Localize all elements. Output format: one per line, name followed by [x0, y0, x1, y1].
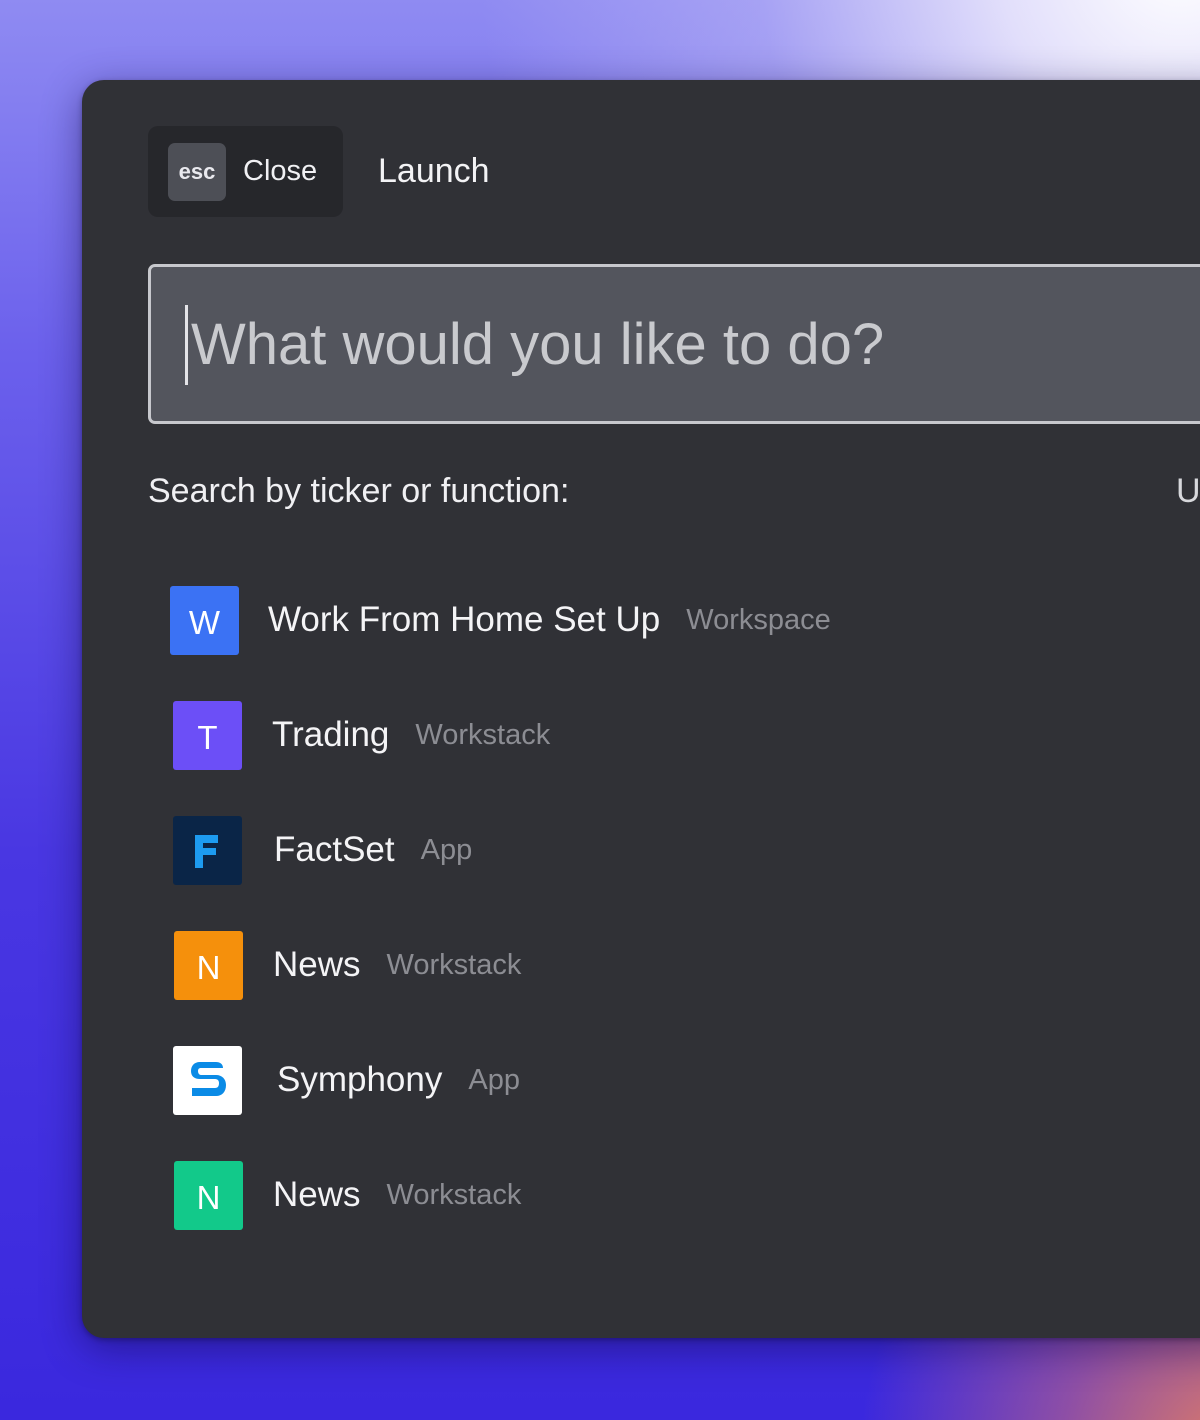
result-item-work-from-home[interactable]: W Work From Home Set Up Workspace	[170, 585, 831, 655]
workstack-letter-icon: T	[173, 700, 242, 770]
result-letter: N	[196, 1179, 221, 1216]
result-letter: W	[188, 604, 221, 641]
result-type: Workstack	[386, 948, 522, 981]
esc-key-badge: esc	[168, 142, 226, 201]
text-caret	[185, 305, 188, 385]
result-name: Work From Home Set Up	[268, 600, 661, 639]
result-type: Workspace	[686, 603, 831, 636]
result-item-symphony[interactable]: Symphony App	[173, 1045, 520, 1115]
result-type: Workstack	[415, 718, 551, 751]
close-button[interactable]: esc Close	[148, 126, 343, 217]
workspace-letter-icon: W	[170, 585, 239, 655]
result-letter: N	[196, 949, 221, 986]
search-hint: Search by ticker or function:	[148, 472, 570, 510]
result-type: App	[420, 833, 473, 866]
launcher-header: esc Close Launch	[148, 126, 490, 217]
symphony-logo-icon	[173, 1045, 242, 1115]
search-box[interactable]	[148, 264, 1200, 424]
result-item-trading[interactable]: T Trading Workstack	[173, 700, 550, 770]
result-type: App	[468, 1063, 520, 1096]
search-input[interactable]	[191, 287, 1200, 401]
launcher-panel: esc Close Launch Search by ticker or fun…	[82, 80, 1200, 1338]
result-name: Trading	[272, 715, 390, 754]
result-type: Workstack	[386, 1178, 522, 1211]
result-name: FactSet	[274, 830, 395, 869]
result-item-news-orange[interactable]: N News Workstack	[174, 930, 521, 1000]
workstack-letter-icon: N	[174, 930, 243, 1000]
result-item-news-green[interactable]: N News Workstack	[174, 1160, 521, 1230]
page-title: Launch	[378, 152, 490, 190]
close-label: Close	[243, 155, 318, 187]
result-name: Symphony	[277, 1060, 443, 1099]
result-item-factset[interactable]: FactSet App	[173, 815, 472, 885]
result-name: News	[273, 945, 361, 984]
result-letter: T	[197, 719, 218, 756]
right-hint-truncated: U	[1176, 472, 1200, 510]
result-name: News	[273, 1175, 361, 1214]
workstack-letter-icon: N	[174, 1160, 243, 1230]
factset-logo-icon	[173, 815, 242, 885]
